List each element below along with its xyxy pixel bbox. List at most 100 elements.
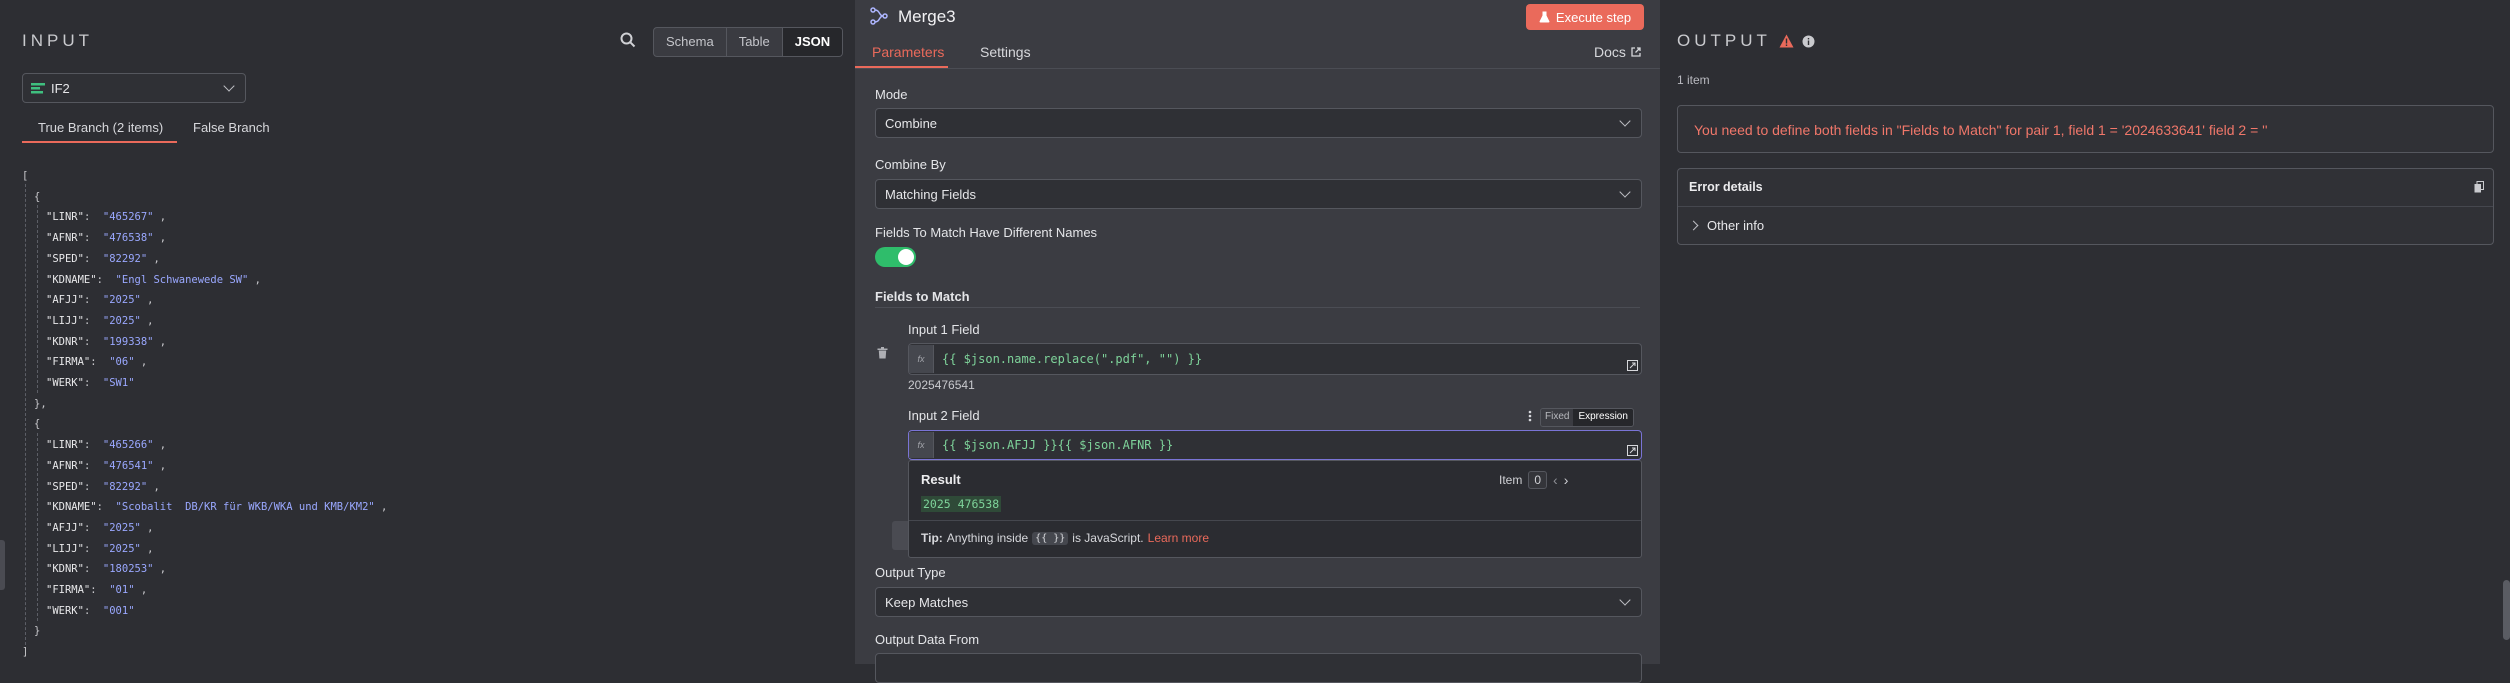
json-value: "2025" [102, 294, 141, 307]
json-bracket: } [34, 625, 41, 638]
docs-label: Docs [1594, 44, 1626, 60]
json-value: "180253" [102, 563, 154, 576]
left-edge-handle[interactable] [0, 540, 5, 590]
different-names-label: Fields To Match Have Different Names [875, 225, 1098, 240]
different-names-toggle[interactable] [875, 247, 916, 267]
json-bracket: ] [22, 646, 29, 659]
json-key: "LINR" [46, 211, 84, 224]
docs-link[interactable]: Docs [1594, 44, 1641, 60]
info-icon[interactable] [1802, 35, 1815, 48]
other-info-row[interactable]: Other info [1688, 218, 1764, 233]
json-property: "AFJJ": "2025" , [46, 521, 154, 534]
learn-more-link[interactable]: Learn more [1148, 531, 1209, 545]
error-details-label: Error details [1689, 180, 1763, 194]
json-value: "Engl Schwanewede SW" [115, 273, 249, 286]
scrollbar-thumb[interactable] [2503, 580, 2510, 640]
output-type-label: Output Type [875, 565, 946, 580]
input2-field-label: Input 2 Field [908, 408, 980, 423]
json-property: "KDNAME": "Engl Schwanewede SW" , [46, 273, 261, 286]
options-kebab-icon[interactable] [1528, 410, 1532, 422]
copy-icon[interactable] [2474, 181, 2484, 193]
json-key: "AFJJ" [46, 294, 84, 307]
execute-step-label: Execute step [1555, 9, 1632, 25]
tabs-divider [855, 68, 1660, 69]
tab-parameters[interactable]: Parameters [872, 44, 944, 60]
json-value: "2025" [102, 542, 141, 555]
chevron-right-icon[interactable]: › [1564, 472, 1569, 488]
json-bracket: { [34, 190, 41, 203]
json-key: "WERK" [46, 377, 84, 389]
json-bracket: { [34, 418, 41, 431]
item-index-input[interactable]: 0 [1528, 471, 1548, 489]
merge-node-icon [870, 7, 888, 25]
chevron-left-icon[interactable]: ‹ [1553, 472, 1558, 488]
mode-fixed[interactable]: Fixed [1541, 409, 1574, 426]
json-key: "FIRMA" [46, 584, 91, 596]
expand-editor-icon[interactable] [1627, 359, 1638, 371]
input2-field-input[interactable]: fx {{ $json.AFJJ }}{{ $json.AFNR }} [908, 430, 1642, 460]
node-title[interactable]: Merge3 [898, 7, 956, 27]
tip-text-1: Anything inside [946, 531, 1029, 545]
mode-select[interactable]: Combine [875, 108, 1642, 138]
json-value: "2025" [102, 521, 141, 534]
flask-icon [1539, 11, 1550, 23]
json-property: "KDNAME": "Scobalit DB/KR für WKB/WKA un… [46, 501, 388, 514]
error-details-divider [1678, 206, 2493, 207]
execute-step-button[interactable]: Execute step [1526, 4, 1644, 30]
output-type-select-value: Keep Matches [885, 594, 969, 610]
json-value: "476541" [102, 459, 154, 472]
mode-expression[interactable]: Expression [1573, 409, 1633, 426]
input1-field-input[interactable]: fx {{ $json.name.replace(".pdf", "") }} [908, 343, 1642, 375]
json-property: "LIJJ": "2025" , [46, 542, 154, 555]
json-value: "Scobalit DB/KR für WKB/WKA und KMB/KM2" [115, 501, 375, 514]
json-property: "WERK": "SW1" [46, 377, 135, 389]
chevron-right-icon [1688, 220, 1699, 231]
json-key: "FIRMA" [46, 356, 91, 369]
expand-editor-icon[interactable] [1627, 444, 1638, 456]
json-value: "82292" [102, 252, 148, 265]
json-key: "KDNAME" [46, 501, 97, 514]
json-key: "AFNR" [46, 459, 84, 472]
result-value: 2025 476538 [921, 496, 1002, 512]
json-property: "LINR": "465267" , [46, 211, 167, 224]
tab-settings[interactable]: Settings [980, 44, 1031, 60]
json-property: "WERK": "001" [46, 604, 135, 617]
output-title: OUTPUT [1677, 31, 1771, 50]
combine-by-select[interactable]: Matching Fields [875, 179, 1642, 209]
output-panel: OUTPUT 1 item You need to define both fi… [1660, 0, 2510, 664]
json-key: "AFJJ" [46, 521, 84, 534]
input1-expression: {{ $json.name.replace(".pdf", "") }} [942, 352, 1203, 366]
input2-expression: {{ $json.AFJJ }}{{ $json.AFNR }} [942, 438, 1174, 452]
json-key: "KDNR" [46, 563, 84, 576]
json-value: "199338" [102, 335, 154, 348]
json-property: "SPED": "82292" , [46, 252, 160, 265]
json-property: "AFNR": "476541" , [46, 459, 167, 472]
json-key: "SPED" [46, 252, 84, 265]
mode-select-value: Combine [885, 115, 938, 131]
error-message: You need to define both fields in "Field… [1694, 122, 2268, 138]
output-data-from-select[interactable] [875, 653, 1642, 683]
json-bracket: [ [22, 170, 29, 182]
external-link-icon [1631, 47, 1641, 57]
node-parameters-panel: Merge3 Execute step Parameters Settings … [855, 0, 1660, 683]
json-value: "SW1" [102, 377, 135, 389]
json-key: "LIJJ" [46, 314, 84, 327]
json-bracket: }, [34, 397, 47, 410]
json-property: "LINR": "465266" , [46, 439, 167, 452]
tip-code: {{ }} [1032, 531, 1069, 545]
json-value: "465266" [102, 439, 154, 452]
json-property: "LIJJ": "2025" , [46, 314, 154, 327]
chevron-down-icon [1619, 186, 1631, 198]
json-value: "01" [109, 584, 135, 596]
json-property: "FIRMA": "06" , [46, 356, 148, 369]
section-divider [875, 307, 1640, 308]
json-viewer: [{"LINR": "465267" , "AFNR": "476538" , "S… [0, 0, 855, 664]
item-navigator: Item 0 ‹ › [1499, 471, 1568, 489]
indent-guide [37, 205, 38, 393]
trash-icon[interactable] [877, 347, 888, 359]
output-type-select[interactable]: Keep Matches [875, 587, 1642, 617]
json-property: "KDNR": "180253" , [46, 563, 167, 576]
json-property: "SPED": "82292" , [46, 480, 160, 493]
fixed-expression-switch: Fixed Expression [1540, 408, 1634, 427]
json-value: "06" [109, 356, 135, 369]
